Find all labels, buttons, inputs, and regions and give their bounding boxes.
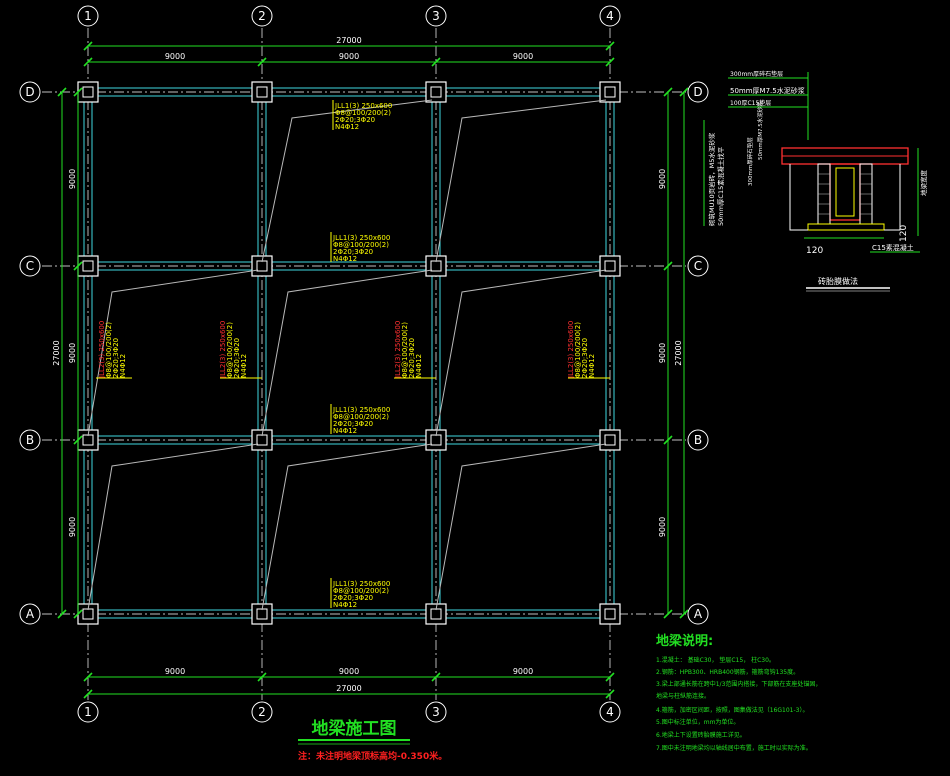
columns bbox=[77, 81, 621, 625]
beam-tag-line: N4Φ12 bbox=[119, 354, 127, 378]
detail-bottom-label: C15素混凝土 bbox=[872, 243, 914, 252]
column-B4 bbox=[599, 429, 621, 451]
axis-row-b-right: B bbox=[694, 433, 702, 447]
column-B2 bbox=[251, 429, 273, 451]
column-A2 bbox=[251, 603, 273, 625]
column-C1 bbox=[77, 255, 99, 277]
column-C3 bbox=[425, 255, 447, 277]
note-item: 3.梁上部通长筋在跨中1/3范围内搭接，下部筋在支座处锚固， bbox=[656, 680, 821, 688]
dim-total-right: 27000 bbox=[674, 340, 683, 365]
detail-side-label-4: 50mm厚M7.5水泥砂浆 bbox=[756, 101, 764, 160]
beam-tag-2: JLL2(3) 250x600 Φ8@100/200(2) 2Φ20;3Φ20 … bbox=[219, 321, 248, 379]
axis-col-4-top: 4 bbox=[606, 9, 614, 23]
axis-row-d-right: D bbox=[693, 85, 702, 99]
drawing-title: 地梁施工图 bbox=[312, 718, 397, 739]
dim-span-left-1: 9000 bbox=[68, 169, 77, 189]
dim-span-right-3: 9000 bbox=[658, 517, 667, 537]
detail-right-label: 地梁宽度 bbox=[919, 170, 928, 197]
dim-total-bottom: 27000 bbox=[336, 684, 361, 693]
column-A4 bbox=[599, 603, 621, 625]
beam-tag-line: N4Φ12 bbox=[415, 354, 423, 378]
note-item: 1.混凝土： 基础C30， 垫层C15， 柱C30。 bbox=[656, 656, 775, 664]
beam-tag-line: N4Φ12 bbox=[333, 601, 357, 609]
dim-span-bot-2: 9000 bbox=[339, 667, 359, 676]
column-D3 bbox=[425, 81, 447, 103]
dim-span-bot-1: 9000 bbox=[165, 667, 185, 676]
beams bbox=[82, 86, 616, 620]
beam-tag-line: N4Φ12 bbox=[333, 255, 357, 263]
axis-col-1-top: 1 bbox=[84, 9, 92, 23]
beam-tag-line: N4Φ12 bbox=[240, 354, 248, 378]
column-D1 bbox=[77, 81, 99, 103]
note-item: 4.箍筋，加密区间距，按照，图集做法见（16G101-3）。 bbox=[656, 706, 808, 714]
column-D2 bbox=[251, 81, 273, 103]
beam-tag-line: N4Φ12 bbox=[333, 427, 357, 435]
foundation-beam-drawing: JLL1(3) 250x600 Φ8@100/200(2) 2Φ20;3Φ20 … bbox=[19, 5, 928, 762]
beam-tag-1: JLL2(3) 250x600 Φ8@100/200(2) 2Φ20;3Φ20 … bbox=[98, 321, 127, 379]
axis-row-a-right: A bbox=[694, 607, 703, 621]
axis-col-4-bottom: 4 bbox=[606, 705, 614, 719]
beam-tags-vertical: JLL2(3) 250x600 Φ8@100/200(2) 2Φ20;3Φ20 … bbox=[96, 321, 610, 379]
note-item: 7.图中未注明地梁均以轴线居中布置，施工时以实际为准。 bbox=[656, 744, 812, 752]
note-item: 5.图中标注单位，mm为单位。 bbox=[656, 718, 739, 726]
elevation-note: 注：未注明地梁顶标高均-0.350米。 bbox=[298, 750, 447, 762]
detail-legend-1: 300mm厚碎石垫层 bbox=[730, 70, 783, 78]
dim-span-right-2: 9000 bbox=[658, 343, 667, 363]
column-C4 bbox=[599, 255, 621, 277]
dim-span-top-3: 9000 bbox=[513, 52, 533, 61]
beam-tag-line: N4Φ12 bbox=[588, 354, 596, 378]
dim-span-left-2: 9000 bbox=[68, 343, 77, 363]
note-item: 地梁与柱纵筋连接。 bbox=[656, 692, 710, 700]
column-D4 bbox=[599, 81, 621, 103]
detail-legend-3: 100厚C15垫层 bbox=[730, 99, 771, 107]
axis-row-a-left: A bbox=[26, 607, 35, 621]
axis-col-1-bottom: 1 bbox=[84, 705, 92, 719]
brick-formwork-detail: 300mm厚碎石垫层 50mm厚M7.5水泥砂浆 100厚C15垫层 砌筑MU1… bbox=[703, 70, 928, 292]
detail-caption: 砖胎膜做法 bbox=[818, 276, 858, 286]
detail-dim-1: 120 bbox=[806, 246, 823, 256]
axis-row-d-left: D bbox=[25, 85, 34, 99]
note-item: 2.钢筋：HPB300、HRB400钢筋，箍筋弯钩135度。 bbox=[656, 668, 799, 676]
dim-span-right-1: 9000 bbox=[658, 169, 667, 189]
detail-side-label-1: 砌筑MU10页岩砖，M5水泥砂浆 bbox=[707, 132, 716, 226]
column-A3 bbox=[425, 603, 447, 625]
beam-tag-b: JLL1(3) 250x600 Φ8@100/200(2) 2Φ20;3Φ20 … bbox=[330, 404, 390, 435]
dim-span-top-1: 9000 bbox=[165, 52, 185, 61]
beam-tag-line: N4Φ12 bbox=[335, 123, 359, 131]
beam-tag-c: JLL1(3) 250x600 Φ8@100/200(2) 2Φ20;3Φ20 … bbox=[330, 232, 390, 263]
dim-total-left: 27000 bbox=[52, 340, 61, 365]
note-item: 6.地梁上下设置砖胎膜施工详见。 bbox=[656, 731, 746, 739]
axis-col-3-top: 3 bbox=[432, 9, 440, 23]
detail-side-label-3: 300mm厚碎石垫层 bbox=[746, 137, 754, 186]
axis-row-c-right: C bbox=[694, 259, 702, 273]
beam-tag-d: JLL1(3) 250x600 Φ8@100/200(2) 2Φ20;3Φ20 … bbox=[332, 100, 392, 131]
column-B3 bbox=[425, 429, 447, 451]
dim-span-top-2: 9000 bbox=[339, 52, 359, 61]
dim-span-left-3: 9000 bbox=[68, 517, 77, 537]
beam-tag-3: JLL2(3) 250x600 Φ8@100/200(2) 2Φ20;3Φ20 … bbox=[394, 321, 423, 379]
detail-side-label-2: 50mm厚C15素混凝土找平 bbox=[716, 146, 725, 226]
axis-col-2-bottom: 2 bbox=[258, 705, 266, 719]
axis-col-3-bottom: 3 bbox=[432, 705, 440, 719]
beam-notes: 地梁说明: 1.混凝土： 基础C30， 垫层C15， 柱C30。 2.钢筋：HP… bbox=[656, 633, 821, 752]
beam-tag-a: JLL1(3) 250x600 Φ8@100/200(2) 2Φ20;3Φ20 … bbox=[330, 578, 390, 609]
dim-span-bot-3: 9000 bbox=[513, 667, 533, 676]
detail-legend-2: 50mm厚M7.5水泥砂浆 bbox=[730, 86, 805, 95]
column-C2 bbox=[251, 255, 273, 277]
dim-total-top: 27000 bbox=[336, 36, 361, 45]
beam-tag-4: JLL2(3) 250x600 Φ8@100/200(2) 2Φ20;3Φ20 … bbox=[567, 321, 596, 379]
axis-row-b-left: B bbox=[26, 433, 34, 447]
axis-col-2-top: 2 bbox=[258, 9, 266, 23]
leader-lines bbox=[87, 99, 607, 611]
detail-dim-2: 120 bbox=[899, 225, 909, 242]
beam-tags-horizontal: JLL1(3) 250x600 Φ8@100/200(2) 2Φ20;3Φ20 … bbox=[330, 100, 392, 609]
axis-row-c-left: C bbox=[26, 259, 34, 273]
notes-heading: 地梁说明: bbox=[656, 633, 713, 649]
